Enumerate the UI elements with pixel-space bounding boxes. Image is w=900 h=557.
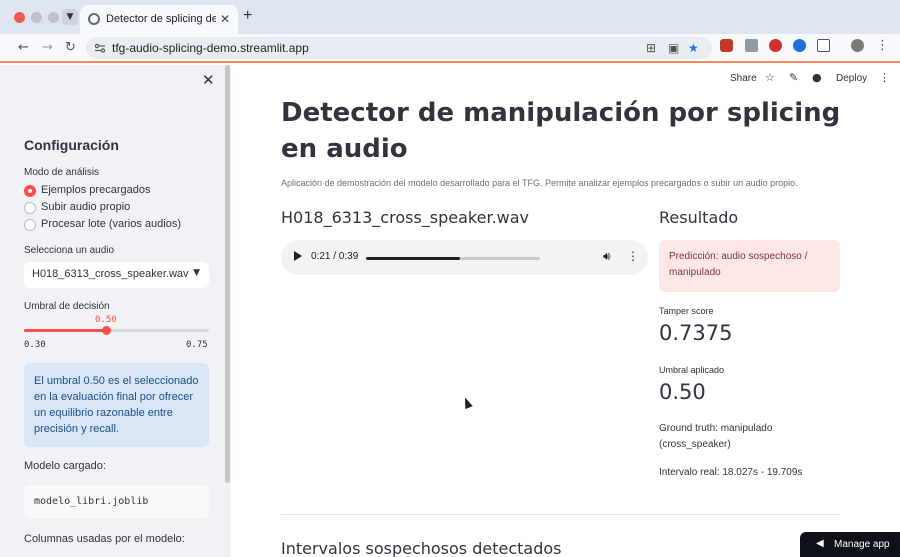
browser-toolbar: ← → ↻ tfg-audio-splicing-demo.streamlit.…: [0, 34, 900, 63]
mouse-cursor-icon: [461, 395, 473, 410]
audio-player[interactable]: 0:21 / 0:39 🔊︎ ⋮: [281, 240, 648, 275]
share-button[interactable]: Share: [730, 73, 757, 84]
radio-label: Subir audio propio: [41, 201, 131, 213]
info-box: El umbral 0.50 es el seleccionado en la …: [24, 363, 209, 447]
browser-window: ▼ Detector de splicing de audio ✕ + ← → …: [0, 0, 900, 557]
tab-close-icon[interactable]: ✕: [220, 12, 230, 26]
volume-icon[interactable]: 🔊︎: [603, 249, 611, 263]
model-file: modelo_libri.joblib: [34, 496, 149, 507]
extension-icon-4[interactable]: [793, 39, 806, 52]
threshold-label: Umbral de decisión: [24, 301, 110, 312]
extension-icon-1[interactable]: [720, 39, 733, 52]
radio-checked-icon[interactable]: [24, 185, 36, 197]
threshold-slider[interactable]: [24, 326, 209, 335]
deploy-button[interactable]: Deploy: [836, 73, 867, 84]
audio-seek-bar[interactable]: [366, 257, 540, 260]
headphones-icon: [88, 13, 100, 25]
threshold-applied-label: Umbral aplicado: [659, 365, 725, 375]
result-title: Resultado: [659, 208, 739, 227]
radio-unchecked-icon[interactable]: [24, 219, 36, 231]
model-label: Modelo cargado:: [24, 460, 106, 472]
new-tab-button[interactable]: +: [243, 8, 252, 24]
tab-bar: ▼ Detector de splicing de audio ✕ +: [0, 0, 900, 34]
slider-thumb[interactable]: [102, 326, 112, 335]
slider-max: 0.75: [186, 340, 208, 350]
mode-label: Modo de análisis: [24, 167, 100, 178]
extensions-puzzle-icon[interactable]: [817, 39, 830, 52]
close-window-button[interactable]: [14, 12, 25, 23]
audio-options-icon[interactable]: ⋮: [627, 249, 639, 263]
radio-label: Ejemplos precargados: [41, 184, 151, 196]
reload-icon[interactable]: ↻: [65, 40, 76, 56]
play-icon[interactable]: [294, 251, 302, 261]
audio-time: 0:21 / 0:39: [311, 251, 359, 262]
section-title: Intervalos sospechosos detectados: [281, 539, 562, 557]
tab-active[interactable]: Detector de splicing de audio ✕: [80, 5, 238, 34]
interval-text: Intervalo real: 18.027s - 19.709s: [659, 467, 803, 478]
manage-app-button[interactable]: ◀ Manage app: [800, 532, 900, 557]
sidebar-close-icon[interactable]: ✕: [202, 71, 215, 89]
chevron-left-icon: ◀: [816, 538, 824, 549]
zoom-window-button[interactable]: [48, 12, 59, 23]
address-bar[interactable]: tfg-audio-splicing-demo.streamlit.app ⊞ …: [86, 37, 712, 59]
github-icon[interactable]: ●: [812, 71, 822, 84]
profile-avatar-icon[interactable]: [851, 39, 864, 52]
model-code-block: modelo_libri.joblib: [24, 485, 209, 519]
browser-menu-icon[interactable]: ⋮: [876, 38, 889, 54]
threshold-applied-value: 0.50: [659, 380, 706, 404]
slider-min: 0.30: [24, 340, 46, 350]
slider-current-value: 0.50: [95, 315, 117, 325]
divider: [281, 514, 840, 515]
pencil-icon[interactable]: ✎: [789, 71, 798, 84]
camera-extension-icon[interactable]: [745, 39, 758, 52]
page-caption: Aplicación de demostración del modelo de…: [281, 178, 798, 188]
radio-unchecked-icon[interactable]: [24, 202, 36, 214]
audio-seek-fill: [366, 257, 460, 260]
prediction-alert: Predicción: audio sospechoso / manipulad…: [659, 240, 840, 292]
url-text: tfg-audio-splicing-demo.streamlit.app: [112, 41, 309, 55]
tab-list-chevron-icon[interactable]: ▼: [62, 9, 78, 25]
forward-arrow-icon[interactable]: →: [42, 40, 53, 56]
bookmark-star-icon[interactable]: ★: [688, 41, 699, 55]
audio-file-name: H018_6313_cross_speaker.wav: [281, 208, 530, 227]
tamper-score-value: 0.7375: [659, 321, 733, 345]
site-info-icon[interactable]: [94, 42, 106, 54]
sidebar-title: Configuración: [24, 137, 119, 153]
select-value: H018_6313_cross_speaker.wav: [32, 268, 189, 280]
extension-icon-3[interactable]: [769, 39, 782, 52]
info-text: El umbral 0.50 es el seleccionado en la …: [34, 375, 199, 435]
audio-select[interactable]: H018_6313_cross_speaker.wav ▼: [24, 262, 209, 288]
main-menu-icon[interactable]: ⋮: [879, 71, 890, 84]
prediction-text: Predicción: audio sospechoso / manipulad…: [669, 251, 808, 278]
sidebar-scrollbar[interactable]: [225, 65, 230, 483]
main-content: Share ☆ ✎ ● Deploy ⋮ Detector de manipul…: [231, 65, 900, 557]
star-icon[interactable]: ☆: [765, 71, 775, 84]
page-title: Detector de manipulación por splicing en…: [281, 98, 841, 164]
back-arrow-icon[interactable]: ←: [18, 40, 29, 56]
tab-title: Detector de splicing de audio: [106, 13, 216, 25]
columns-label: Columnas usadas por el modelo:: [24, 533, 185, 545]
translate-icon[interactable]: ⊞: [646, 41, 656, 55]
select-label: Selecciona un audio: [24, 245, 115, 256]
minimize-window-button[interactable]: [31, 12, 42, 23]
slider-fill: [24, 329, 107, 332]
manage-app-label: Manage app: [834, 539, 890, 550]
sidebar: ✕ Configuración Modo de análisis Ejemplo…: [0, 65, 231, 557]
tamper-score-label: Tamper score: [659, 306, 714, 316]
ground-truth-text: Ground truth: manipulado (cross_speaker): [659, 423, 773, 450]
chevron-down-icon: ▼: [193, 268, 200, 278]
cast-icon[interactable]: ▣: [668, 41, 679, 55]
radio-label: Procesar lote (varios audios): [41, 218, 182, 230]
